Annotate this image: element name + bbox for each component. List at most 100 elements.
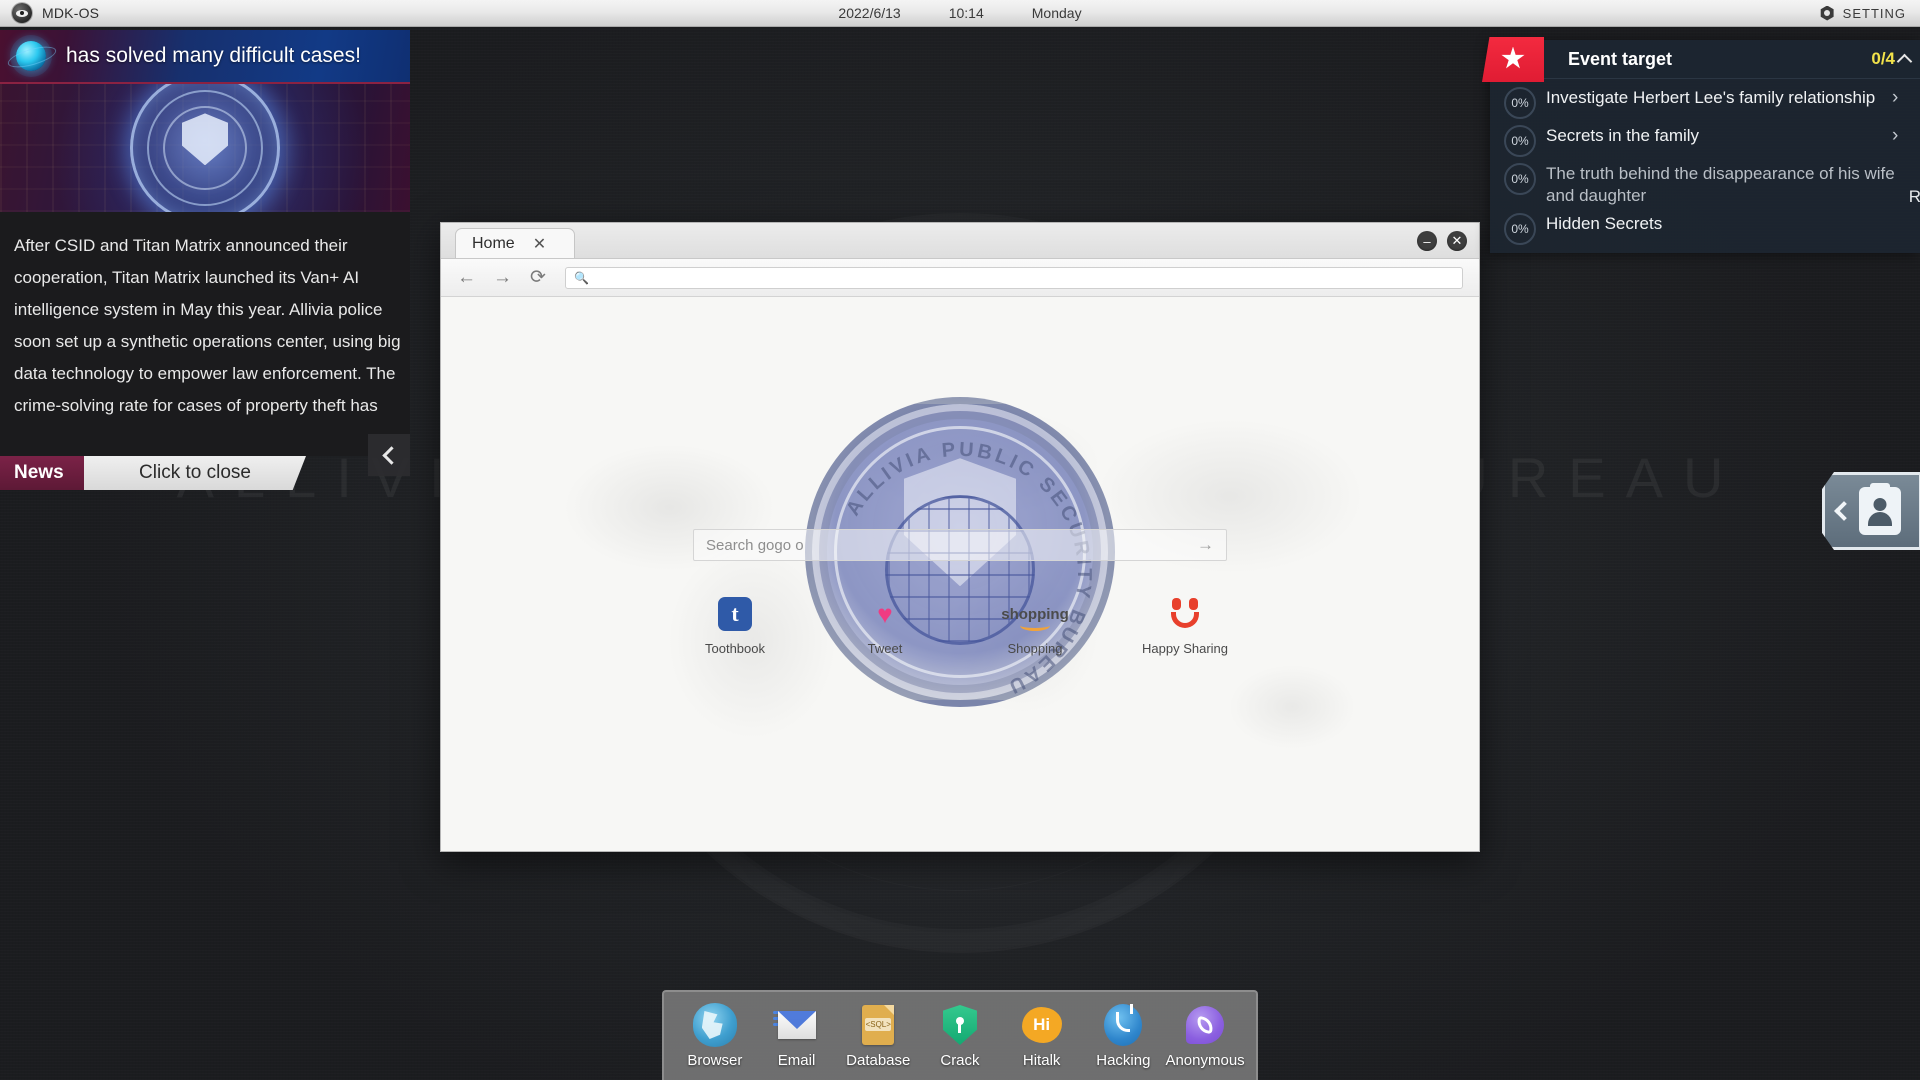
news-panel: has solved many difficult cases! After C… (0, 30, 410, 490)
window-controls: – ✕ (1417, 231, 1467, 251)
news-collapse-button[interactable] (368, 434, 410, 476)
event-target-panel: Event target 0/4 0% Investigate Herbert … (1482, 37, 1920, 253)
event-target-item[interactable]: 0% The truth behind the disappearance of… (1490, 159, 1920, 209)
news-line: crime-solving rate for cases of property… (14, 396, 378, 415)
police-seal-icon (130, 84, 280, 212)
top-bar-clock: 2022/6/13 10:14 Monday (330, 5, 1590, 21)
event-target-label: Hidden Secrets (1546, 214, 1663, 233)
dock: Browser Email <SQL> Database Crack Hi Hi… (662, 990, 1258, 1080)
sql-tag: <SQL> (865, 1018, 892, 1031)
chevron-left-icon (1834, 501, 1854, 521)
close-icon[interactable]: ✕ (533, 234, 546, 254)
shortcut-label: Shopping (1007, 641, 1063, 656)
search-icon: 🔍 (574, 270, 589, 285)
minimize-icon[interactable]: – (1417, 231, 1437, 251)
eye-logo-icon (12, 3, 32, 23)
dock-label: Database (846, 1052, 911, 1069)
site-search-input[interactable]: Search gogo o → (693, 529, 1227, 561)
event-target-list: 0% Investigate Herbert Lee's family rela… (1490, 79, 1920, 253)
window-close-icon[interactable]: ✕ (1447, 231, 1467, 251)
chevron-right-icon[interactable]: › (1892, 85, 1910, 109)
anonymous-phone-icon (1183, 1003, 1227, 1047)
arrow-left-icon[interactable]: ← (457, 267, 476, 289)
shortcut-label: Happy Sharing (1142, 641, 1228, 656)
setting-button[interactable]: SETTING (1590, 5, 1920, 21)
shortcut-label: Toothbook (705, 641, 765, 656)
dock-item-hitalk[interactable]: Hi Hitalk (1003, 1003, 1081, 1069)
event-target-label: The truth behind the disappearance of hi… (1546, 164, 1895, 205)
shortcut-shopping[interactable]: shopping Shopping (980, 597, 1090, 657)
shortcut-happy-sharing[interactable]: Happy Sharing (1130, 597, 1240, 656)
event-flag (1482, 37, 1544, 82)
news-close-button[interactable]: Click to close (84, 456, 306, 490)
news-header: has solved many difficult cases! (0, 30, 410, 84)
dock-item-hacking[interactable]: Hacking (1084, 1003, 1162, 1069)
news-footer: News Click to close (0, 456, 410, 490)
id-badge-icon (1859, 487, 1901, 535)
dock-item-browser[interactable]: Browser (676, 1003, 754, 1069)
site-search-placeholder: Search gogo o (706, 536, 804, 554)
setting-label: SETTING (1842, 5, 1906, 21)
happy-sharing-icon (1168, 597, 1202, 631)
news-line: cooperation, Titan Matrix launched its V… (14, 268, 360, 287)
arrow-right-icon[interactable]: → (1197, 535, 1214, 555)
chevron-up-icon[interactable] (1896, 53, 1913, 69)
profile-side-tab[interactable] (1822, 472, 1920, 550)
hitalk-icon: Hi (1020, 1003, 1064, 1047)
dock-label: Email (777, 1052, 816, 1069)
system-weekday: Monday (1031, 5, 1082, 21)
reload-icon[interactable]: ⟳ (529, 266, 547, 289)
news-line: data technology to empower law enforceme… (14, 364, 396, 383)
dock-label: Browser (687, 1052, 743, 1069)
browser-shortcuts: t Toothbook ♥ Tweet shopping Shopping Ha… (680, 597, 1240, 656)
dock-label: Crack (940, 1052, 980, 1069)
shopping-icon: shopping (1001, 597, 1069, 631)
news-banner-image (0, 84, 410, 212)
url-input[interactable]: 🔍 (565, 266, 1463, 289)
event-target-count-group[interactable]: 0/4 (1871, 49, 1913, 69)
system-date: 2022/6/13 (838, 5, 901, 21)
shortcut-label: Tweet (867, 641, 903, 656)
browser-tab-title: Home (472, 234, 515, 252)
news-line: soon set up a synthetic operations cente… (14, 332, 401, 351)
event-target-header: Event target 0/4 (1482, 37, 1920, 82)
dock-item-anonymous[interactable]: Anonymous (1165, 1003, 1245, 1069)
gear-icon (1820, 5, 1834, 21)
news-line: intelligence system in May this year. Al… (14, 300, 383, 319)
event-target-count: 0/4 (1871, 49, 1895, 68)
browser-tab-bar: Home ✕ – ✕ (441, 223, 1479, 259)
system-time: 10:14 (948, 5, 984, 21)
chevron-right-icon[interactable]: › (1892, 123, 1910, 147)
globe-icon (16, 41, 46, 71)
progress-badge: 0% (1504, 213, 1536, 245)
progress-badge: 0% (1504, 87, 1536, 119)
event-target-item[interactable]: 0% Hidden Secrets (1490, 209, 1920, 247)
dock-label: Hacking (1096, 1052, 1151, 1069)
hacking-hook-icon (1101, 1003, 1145, 1047)
dock-item-database[interactable]: <SQL> Database (839, 1003, 917, 1069)
reasoning-label: Reasoning (1908, 187, 1920, 206)
shortcut-toothbook[interactable]: t Toothbook (680, 597, 790, 656)
chevron-left-icon (381, 445, 401, 465)
dock-item-email[interactable]: Email (758, 1003, 836, 1069)
arrow-right-icon[interactable]: → (493, 267, 512, 289)
browser-tab-home[interactable]: Home ✕ (455, 228, 575, 258)
shortcut-tweet[interactable]: ♥ Tweet (830, 597, 940, 657)
progress-badge: 0% (1504, 125, 1536, 157)
star-icon (1501, 46, 1525, 69)
tweet-icon: ♥ (877, 598, 893, 629)
desktop: ALLIVIA PUBLIC SECURITY BUREAU MDK-OS 20… (0, 0, 1920, 1080)
dock-item-crack[interactable]: Crack (921, 1003, 999, 1069)
browser-content: Search gogo o → t Toothbook ♥ Tweet shop… (441, 297, 1479, 851)
event-target-item[interactable]: 0% Secrets in the family › (1490, 121, 1920, 159)
event-target-label: Secrets in the family (1546, 126, 1700, 145)
toothbook-icon: t (718, 597, 752, 631)
crack-shield-key-icon (938, 1003, 982, 1047)
database-sql-file-icon: <SQL> (856, 1003, 900, 1047)
news-body: After CSID and Titan Matrix announced th… (0, 212, 410, 456)
dock-label: Hitalk (1022, 1052, 1061, 1069)
email-envelope-icon (772, 1003, 819, 1047)
news-headline: has solved many difficult cases! (66, 44, 361, 67)
browser-window: Home ✕ – ✕ ← → ⟳ 🔍 Search gogo o → t Too… (440, 222, 1480, 852)
event-target-item[interactable]: 0% Investigate Herbert Lee's family rela… (1490, 83, 1920, 121)
